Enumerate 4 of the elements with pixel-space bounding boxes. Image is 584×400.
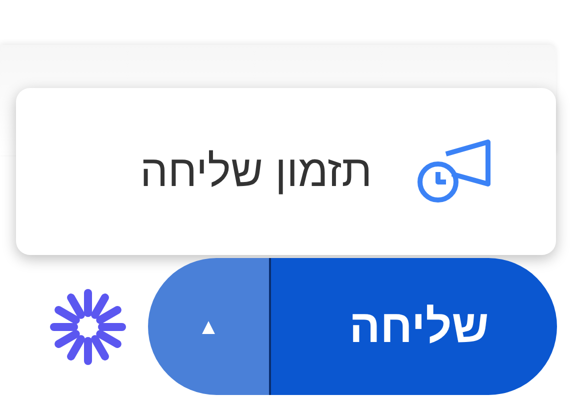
send-options-button[interactable]: ▲ (148, 258, 271, 395)
menu-item[interactable]: תזמון שליחה (16, 136, 556, 208)
sparkle-icon[interactable] (50, 288, 126, 364)
send-button[interactable]: שליחה (271, 258, 557, 395)
